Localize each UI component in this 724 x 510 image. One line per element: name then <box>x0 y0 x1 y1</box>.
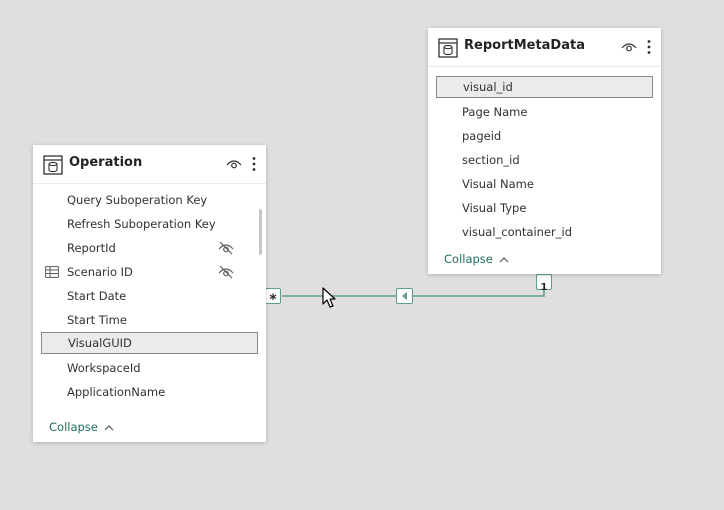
reportmetadata-table-title: ReportMetaData <box>464 38 585 53</box>
field-refresh-suboperation-key[interactable]: Refresh Suboperation Key <box>41 213 258 235</box>
field-pageid[interactable]: pageid <box>436 125 653 147</box>
field-visual-id[interactable]: visual_id <box>436 76 653 98</box>
field-label: Refresh Suboperation Key <box>67 217 216 231</box>
field-query-suboperation-key[interactable]: Query Suboperation Key <box>41 189 258 211</box>
reportmetadata-table-header[interactable]: ReportMetaData <box>428 28 661 67</box>
field-page-name[interactable]: Page Name <box>436 101 653 123</box>
field-label: VisualGUID <box>68 336 132 350</box>
field-label: Start Date <box>67 289 127 303</box>
chevron-up-icon <box>499 256 508 262</box>
many-cardinality-marker[interactable]: * <box>265 288 281 308</box>
operation-table-title: Operation <box>69 155 143 170</box>
field-label: pageid <box>462 129 502 143</box>
field-workspaceid[interactable]: WorkspaceId <box>41 357 258 379</box>
more-options-icon[interactable] <box>251 156 257 172</box>
field-label: ReportId <box>67 241 116 255</box>
field-reportid[interactable]: ReportId <box>41 237 258 259</box>
field-visualguid[interactable]: VisualGUID <box>41 332 258 354</box>
field-label: Scenario ID <box>67 265 133 279</box>
calculated-column-icon <box>45 266 59 278</box>
field-start-date[interactable]: Start Date <box>41 285 258 307</box>
more-options-icon[interactable] <box>646 39 652 55</box>
field-label: ApplicationName <box>67 385 166 399</box>
field-visual-name[interactable]: Visual Name <box>436 173 653 195</box>
field-label: visual_id <box>463 80 513 94</box>
operation-table-header[interactable]: Operation <box>33 145 266 184</box>
reportmetadata-table-card[interactable]: ReportMetaData visual_id Page Name pagei… <box>428 28 661 274</box>
collapse-label: Collapse <box>49 420 98 434</box>
field-visual-container-id[interactable]: visual_container_id <box>436 221 653 243</box>
field-scenario-id[interactable]: Scenario ID <box>41 261 258 283</box>
field-label: section_id <box>462 153 520 167</box>
table-icon <box>43 155 63 175</box>
one-marker-label: 1 <box>540 282 548 293</box>
eye-icon[interactable] <box>621 40 637 54</box>
field-label: Visual Type <box>462 201 527 215</box>
mouse-cursor-icon <box>322 287 336 308</box>
field-label: visual_container_id <box>462 225 573 239</box>
field-visual-type[interactable]: Visual Type <box>436 197 653 219</box>
hidden-eye-icon <box>218 241 234 255</box>
field-list-scrollbar[interactable] <box>259 209 262 255</box>
field-start-time[interactable]: Start Time <box>41 309 258 331</box>
reportmetadata-collapse-button[interactable]: Collapse <box>444 252 509 266</box>
one-cardinality-marker[interactable]: 1 <box>536 274 552 293</box>
field-label: Start Time <box>67 313 127 327</box>
operation-table-card[interactable]: Operation Query Suboperation Key Refresh… <box>33 145 266 442</box>
field-label: Visual Name <box>462 177 534 191</box>
field-section-id[interactable]: section_id <box>436 149 653 171</box>
operation-collapse-button[interactable]: Collapse <box>49 420 114 434</box>
eye-icon[interactable] <box>226 157 242 171</box>
field-applicationname[interactable]: ApplicationName <box>41 381 258 403</box>
cross-filter-direction-icon[interactable] <box>396 288 413 304</box>
table-icon <box>438 38 458 58</box>
field-label: Page Name <box>462 105 528 119</box>
field-label: Query Suboperation Key <box>67 193 208 207</box>
chevron-up-icon <box>104 424 113 430</box>
collapse-label: Collapse <box>444 252 493 266</box>
hidden-eye-icon <box>218 265 234 279</box>
many-marker-label: * <box>269 292 277 308</box>
field-label: WorkspaceId <box>67 361 141 375</box>
